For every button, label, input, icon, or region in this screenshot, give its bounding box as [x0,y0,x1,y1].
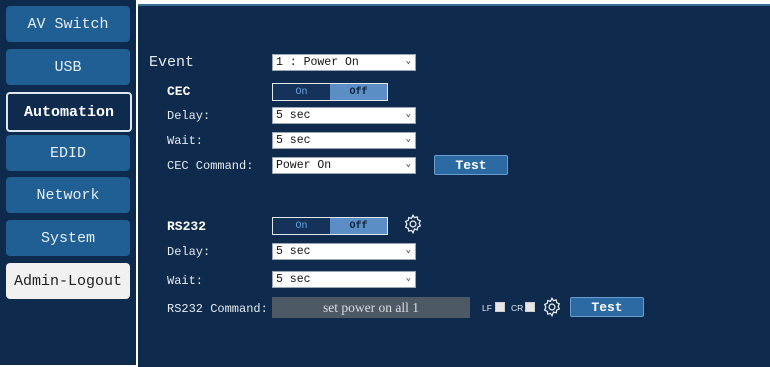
cec-delay-value: 5 sec [276,109,311,122]
chevron-down-icon: ⌄ [405,109,411,119]
rs232-toggle-off[interactable]: Off [330,218,387,234]
rs232-delay-value: 5 sec [276,245,311,258]
cec-delay-select[interactable]: 5 sec ⌄ [272,107,416,124]
chevron-down-icon: ⌄ [405,273,411,283]
rs232-test-button[interactable]: Test [570,297,644,317]
chevron-down-icon: ⌄ [405,159,411,169]
lf-label: LF [482,303,492,313]
sidebar-item-edid[interactable]: EDID [6,135,130,171]
rs232-wait-label: Wait: [167,274,204,288]
automation-panel: Event 1 : Power On ⌄ CEC On Off Delay: 5… [138,4,770,367]
event-select-value: 1 : Power On [276,56,359,69]
event-select[interactable]: 1 : Power On ⌄ [272,54,416,71]
cr-checkbox[interactable] [525,302,535,312]
rs232-title: RS232 [167,219,207,234]
chevron-down-icon: ⌄ [405,245,411,255]
rs232-command-label: RS232 Command: [167,302,268,316]
rs232-toggle[interactable]: On Off [272,217,388,235]
sidebar-item-network[interactable]: Network [6,177,130,213]
cec-wait-select[interactable]: 5 sec ⌄ [272,132,416,149]
rs232-command-input[interactable]: set power on all 1 [272,297,470,318]
rs232-delay-label: Delay: [167,245,211,259]
cr-label: CR [511,303,524,313]
cec-command-label: CEC Command: [167,159,254,173]
cec-wait-label: Wait: [167,134,204,148]
gear-icon[interactable] [541,296,563,318]
chevron-down-icon: ⌄ [405,56,411,66]
sidebar-item-admin-logout[interactable]: Admin-Logout [6,263,130,299]
cec-command-select[interactable]: Power On ⌄ [272,157,416,174]
sidebar-item-av-switch[interactable]: AV Switch [6,6,130,42]
cec-wait-value: 5 sec [276,134,311,147]
sidebar-item-usb[interactable]: USB [6,49,130,85]
lf-checkbox[interactable] [495,302,505,312]
sidebar-item-system[interactable]: System [6,220,130,256]
cec-toggle[interactable]: On Off [272,83,388,101]
sidebar: AV Switch USB Automation EDID Network Sy… [0,0,136,365]
cec-title: CEC [167,84,191,99]
rs232-toggle-on[interactable]: On [273,218,330,234]
cec-test-button[interactable]: Test [434,155,508,175]
cec-toggle-on[interactable]: On [273,84,330,100]
rs232-wait-select[interactable]: 5 sec ⌄ [272,271,416,288]
sidebar-item-automation[interactable]: Automation [6,92,132,132]
rs232-delay-select[interactable]: 5 sec ⌄ [272,243,416,260]
app-frame: AV Switch USB Automation EDID Network Sy… [0,0,770,367]
gear-icon[interactable] [402,213,424,235]
rs232-wait-value: 5 sec [276,273,311,286]
cec-delay-label: Delay: [167,109,211,123]
chevron-down-icon: ⌄ [405,134,411,144]
event-label: Event [149,54,195,71]
cec-toggle-off[interactable]: Off [330,84,387,100]
cec-command-value: Power On [276,159,332,172]
